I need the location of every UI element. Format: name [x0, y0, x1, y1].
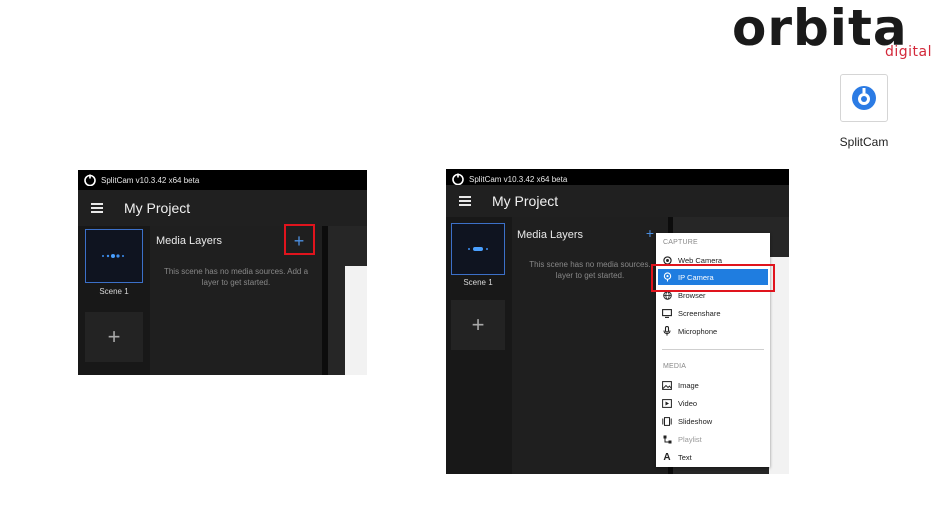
add-layer-highlight — [284, 224, 315, 255]
orbita-logo: orbita digital — [732, 2, 942, 62]
hamburger-menu-icon[interactable] — [459, 196, 471, 206]
menu-item-text[interactable]: A Text — [658, 449, 768, 465]
menu-item-video[interactable]: Video — [658, 395, 768, 411]
menu-item-screenshare[interactable]: Screenshare — [658, 305, 768, 321]
menu-item-label: Image — [678, 380, 699, 390]
audio-wave-icon — [102, 254, 124, 258]
scene-label: Scene 1 — [99, 287, 129, 296]
media-section-header: MEDIA — [663, 363, 687, 370]
microphone-icon — [663, 326, 671, 336]
menu-item-label: Video — [678, 398, 698, 408]
scene-thumbnail[interactable] — [85, 229, 143, 283]
menu-item-label: Microphone — [678, 326, 718, 336]
scene-thumbnail[interactable] — [451, 223, 505, 275]
add-scene-plus: + — [471, 312, 485, 337]
menu-item-label: Screenshare — [678, 308, 721, 318]
add-scene-button[interactable]: + — [85, 312, 143, 362]
window-title: SplitCam v10.3.42 x64 beta — [469, 174, 568, 184]
brand-name: orbita — [732, 0, 908, 57]
brand-sub: digital — [884, 44, 932, 60]
slideshow-icon — [662, 416, 672, 426]
menu-item-microphone[interactable]: Microphone — [658, 323, 768, 339]
empty-message-line-2: layer to get started. — [201, 278, 271, 287]
menu-item-label: Slideshow — [678, 416, 713, 426]
scene-label: Scene 1 — [463, 278, 493, 287]
scenes-column: Scene 1 + — [78, 226, 150, 375]
add-layer-plus: + — [645, 225, 655, 241]
empty-message-line-2: layer to get started. — [555, 271, 625, 280]
splitcam-desktop-icon[interactable] — [840, 74, 888, 122]
media-layers-title: Media Layers — [517, 229, 584, 241]
audio-wave-icon — [468, 247, 488, 251]
menu-item-slideshow[interactable]: Slideshow — [658, 413, 768, 429]
menu-divider — [662, 349, 764, 350]
preview-canvas — [345, 266, 367, 375]
add-scene-button[interactable]: + — [451, 300, 505, 350]
menu-item-label: Text — [678, 452, 692, 462]
splitcam-logo-icon — [452, 173, 464, 185]
menu-item-playlist[interactable]: Playlist — [658, 431, 768, 447]
header-bar: My Project — [446, 185, 789, 217]
empty-message-line-1: This scene has no media sources. Add a — [163, 267, 309, 276]
hamburger-menu-icon[interactable] — [91, 203, 103, 213]
media-layers-title: Media Layers — [156, 235, 223, 247]
ip-camera-highlight — [651, 264, 775, 292]
right-screenshot: SplitCam v10.3.42 x64 beta My Project Sc… — [446, 169, 789, 474]
splitcam-icon — [852, 86, 876, 110]
project-title: My Project — [492, 193, 559, 209]
playlist-icon — [663, 435, 671, 443]
empty-layers-message: This scene has no media sources. layer t… — [512, 259, 668, 281]
scenes-column: Scene 1 + — [446, 217, 512, 474]
empty-message-line-1: This scene has no media sources. — [529, 260, 651, 269]
splitcam-logo-icon — [84, 174, 96, 186]
menu-item-image[interactable]: Image — [658, 377, 768, 393]
add-scene-plus: + — [107, 324, 121, 349]
project-title: My Project — [124, 200, 191, 216]
capture-section-header: CAPTURE — [663, 239, 698, 246]
menu-item-label: Playlist — [678, 434, 702, 444]
monitor-icon — [662, 308, 672, 318]
header-bar: My Project — [78, 190, 367, 226]
media-layers-panel: Media Layers + This scene has no media s… — [512, 217, 668, 474]
video-icon — [662, 398, 672, 408]
empty-layers-message: This scene has no media sources. Add a l… — [150, 266, 322, 288]
titlebar: SplitCam v10.3.42 x64 beta — [78, 170, 367, 190]
splitcam-icon-label: SplitCam — [839, 135, 889, 149]
image-icon — [662, 380, 672, 390]
text-icon: A — [663, 451, 671, 463]
left-screenshot: SplitCam v10.3.42 x64 beta My Project Sc… — [78, 170, 367, 375]
window-title: SplitCam v10.3.42 x64 beta — [101, 175, 200, 185]
